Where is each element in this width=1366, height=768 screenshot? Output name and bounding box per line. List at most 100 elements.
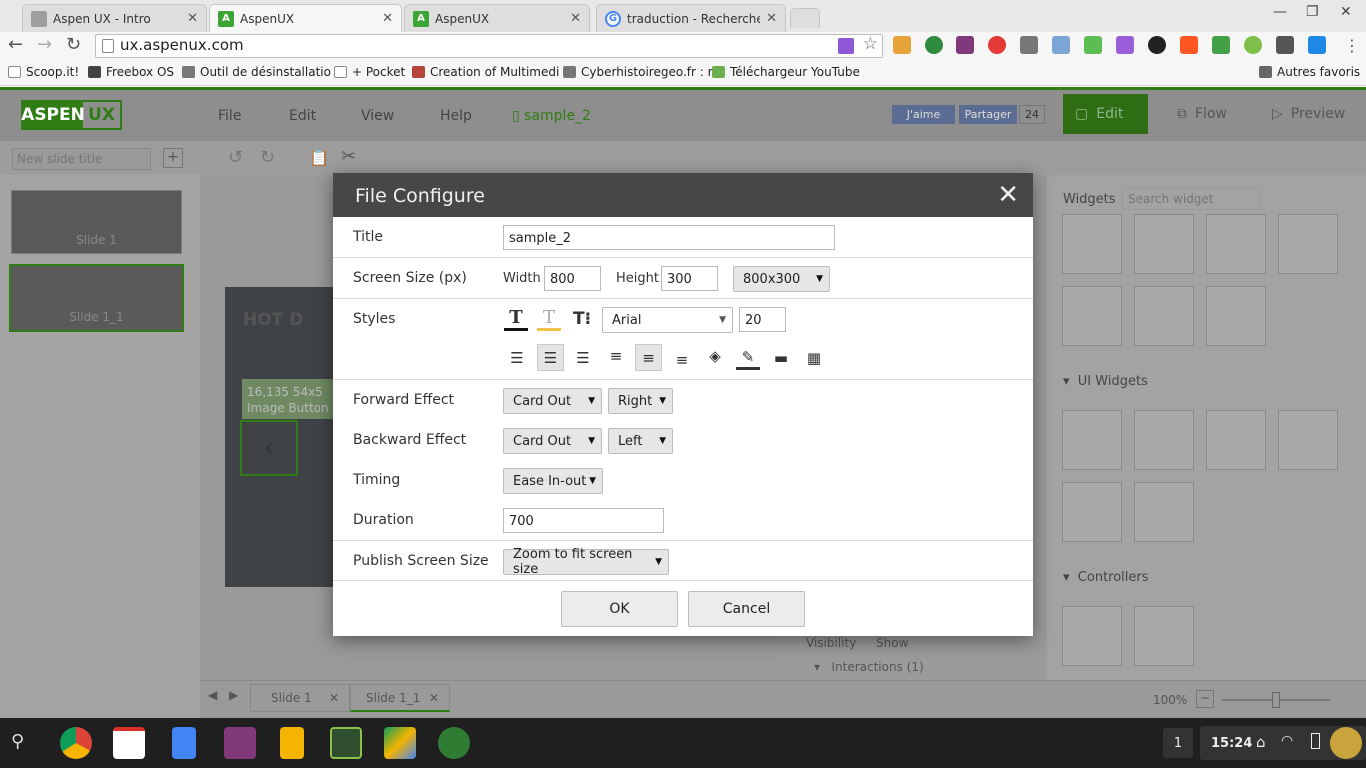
restore-icon[interactable]: ❐ xyxy=(1306,4,1319,20)
bookmark-item[interactable]: Cyberhistoiregeo.fr : n xyxy=(563,65,715,79)
notification-badge[interactable]: 1 xyxy=(1163,728,1193,758)
extension-red-icon[interactable] xyxy=(988,36,1006,54)
like-button[interactable]: J'aime xyxy=(892,105,955,124)
publish-size-select[interactable]: Zoom to fit screen size ▼ xyxy=(503,547,669,577)
valign-middle-icon[interactable]: ≡ xyxy=(635,344,662,371)
close-icon[interactable]: ✕ xyxy=(997,181,1019,209)
valign-bottom-icon[interactable]: ≡ xyxy=(670,348,694,372)
image-widget-icon[interactable] xyxy=(1206,410,1266,470)
menu-help[interactable]: Help xyxy=(440,108,472,124)
undo-icon[interactable]: ↺ xyxy=(228,147,243,168)
other-bookmarks[interactable]: Autres favoris xyxy=(1259,65,1360,79)
valign-top-icon[interactable]: ≡ xyxy=(604,344,628,368)
bookmark-item[interactable]: Creation of Multimedi xyxy=(412,65,559,79)
text-color-icon[interactable]: T xyxy=(504,307,528,331)
visibility-value[interactable]: Show xyxy=(876,636,908,650)
bookmark-item[interactable]: + Pocket xyxy=(334,65,405,79)
widget-search-input[interactable] xyxy=(1122,188,1260,210)
extension-blue-icon[interactable] xyxy=(1308,36,1326,54)
forward-effect-select[interactable]: Card Out ▼ xyxy=(503,388,602,414)
font-size-input[interactable]: 20 xyxy=(739,307,786,332)
bookmark-item[interactable]: Scoop.it! xyxy=(8,65,79,79)
camera-icon[interactable] xyxy=(1052,36,1070,54)
border-color-icon[interactable]: ✎ xyxy=(736,346,760,370)
flow-mode-button[interactable]: ⧉ Flow xyxy=(1165,98,1239,130)
app-green-icon[interactable] xyxy=(330,727,362,759)
bookmark-item[interactable]: Téléchargeur YouTube xyxy=(712,65,860,79)
new-slide-title-input[interactable] xyxy=(12,148,151,170)
edit-mode-button[interactable]: ▢ Edit xyxy=(1063,94,1148,134)
panel-widget-icon[interactable] xyxy=(1134,410,1194,470)
slide-thumbnail-1[interactable]: Slide 1 xyxy=(11,190,182,254)
font-family-select[interactable]: Arial ▼ xyxy=(602,307,733,333)
extension-puzzle-icon[interactable] xyxy=(893,36,911,54)
forward-icon[interactable]: → xyxy=(37,34,52,55)
chat-icon[interactable] xyxy=(1276,36,1294,54)
ok-button[interactable]: OK xyxy=(561,591,678,627)
title-input[interactable]: sample_2 xyxy=(503,225,835,250)
film-widget-icon[interactable] xyxy=(1062,214,1122,274)
timer-widget-icon[interactable] xyxy=(1062,606,1122,666)
avatar[interactable] xyxy=(1330,727,1362,759)
bookmark-item[interactable]: Freebox OS xyxy=(88,65,174,79)
border-style-icon[interactable]: ▦ xyxy=(802,346,826,370)
browser-tab-3[interactable]: A AspenUX ✕ xyxy=(404,4,590,32)
slide-tab-1[interactable]: Slide 1 ✕ xyxy=(250,684,350,712)
chrome-app-icon[interactable] xyxy=(60,727,92,759)
onenote-app-icon[interactable] xyxy=(224,727,256,759)
html-url-widget-icon[interactable] xyxy=(1134,482,1194,542)
browser-tab-2[interactable]: A AspenUX ✕ xyxy=(209,4,402,32)
star-icon[interactable]: ☆ xyxy=(863,34,878,54)
search-icon[interactable]: ⚲ xyxy=(11,731,24,752)
onenote-icon[interactable] xyxy=(956,36,974,54)
slides-app-icon[interactable] xyxy=(280,727,304,759)
video-url-widget-icon[interactable] xyxy=(1278,214,1338,274)
extension-icon[interactable] xyxy=(838,38,854,54)
cancel-button[interactable]: Cancel xyxy=(688,591,805,627)
add-slide-icon[interactable]: + xyxy=(163,148,183,168)
menu-view[interactable]: View xyxy=(361,108,394,124)
drive-app-icon[interactable] xyxy=(384,727,416,759)
docs-app-icon[interactable] xyxy=(172,727,196,759)
pen-icon[interactable] xyxy=(1116,36,1134,54)
paste-icon[interactable]: 📋 xyxy=(309,148,329,167)
menu-edit[interactable]: Edit xyxy=(289,108,316,124)
backward-direction-select[interactable]: Left ▼ xyxy=(608,428,673,454)
reload-icon[interactable]: ↻ xyxy=(66,34,81,55)
close-window-icon[interactable]: ✕ xyxy=(1340,4,1352,20)
gmail-app-icon[interactable] xyxy=(113,727,145,759)
slide-thumbnail-2[interactable]: Slide 1_1 xyxy=(9,264,184,332)
menu-icon[interactable]: ⋮ xyxy=(1344,36,1360,55)
bookmark-item[interactable]: Outil de désinstallatio xyxy=(182,65,331,79)
extension-orange-icon[interactable] xyxy=(1180,36,1198,54)
text-size-icon[interactable]: T⁝ xyxy=(570,307,594,331)
align-center-icon[interactable]: ☰ xyxy=(537,344,564,371)
height-input[interactable]: 300 xyxy=(661,266,718,291)
close-icon[interactable]: ✕ xyxy=(570,11,581,26)
screen-widget-icon[interactable] xyxy=(1206,286,1266,346)
extension-circle-icon[interactable] xyxy=(1244,36,1262,54)
container-widget-icon[interactable] xyxy=(1062,410,1122,470)
extension-gray-icon[interactable] xyxy=(1020,36,1038,54)
extension-dark-icon[interactable] xyxy=(1148,36,1166,54)
share-button[interactable]: Partager xyxy=(959,105,1017,124)
counter-widget-icon[interactable] xyxy=(1134,606,1194,666)
width-input[interactable]: 800 xyxy=(544,266,601,291)
close-icon[interactable]: ✕ xyxy=(187,11,198,26)
audio-url-widget-icon[interactable] xyxy=(1134,286,1194,346)
minimize-icon[interactable]: — xyxy=(1273,4,1287,20)
close-icon[interactable]: ✕ xyxy=(382,11,393,26)
zoom-slider-handle[interactable] xyxy=(1272,692,1280,708)
extension-green2-icon[interactable] xyxy=(1212,36,1230,54)
film-url-widget-icon[interactable] xyxy=(1134,214,1194,274)
align-left-icon[interactable]: ☰ xyxy=(505,346,529,370)
back-icon[interactable]: ← xyxy=(8,34,23,55)
border-width-icon[interactable]: ▬ xyxy=(769,346,793,370)
align-right-icon[interactable]: ☰ xyxy=(571,346,595,370)
redo-icon[interactable]: ↻ xyxy=(260,147,275,168)
backward-effect-select[interactable]: Card Out ▼ xyxy=(503,428,602,454)
interactions-section[interactable]: ▾ Interactions (1) xyxy=(814,660,924,674)
fill-color-icon[interactable]: ◈ xyxy=(703,344,727,368)
close-icon[interactable]: ✕ xyxy=(429,691,439,705)
prev-slide-icon[interactable]: ◀ xyxy=(208,688,217,702)
